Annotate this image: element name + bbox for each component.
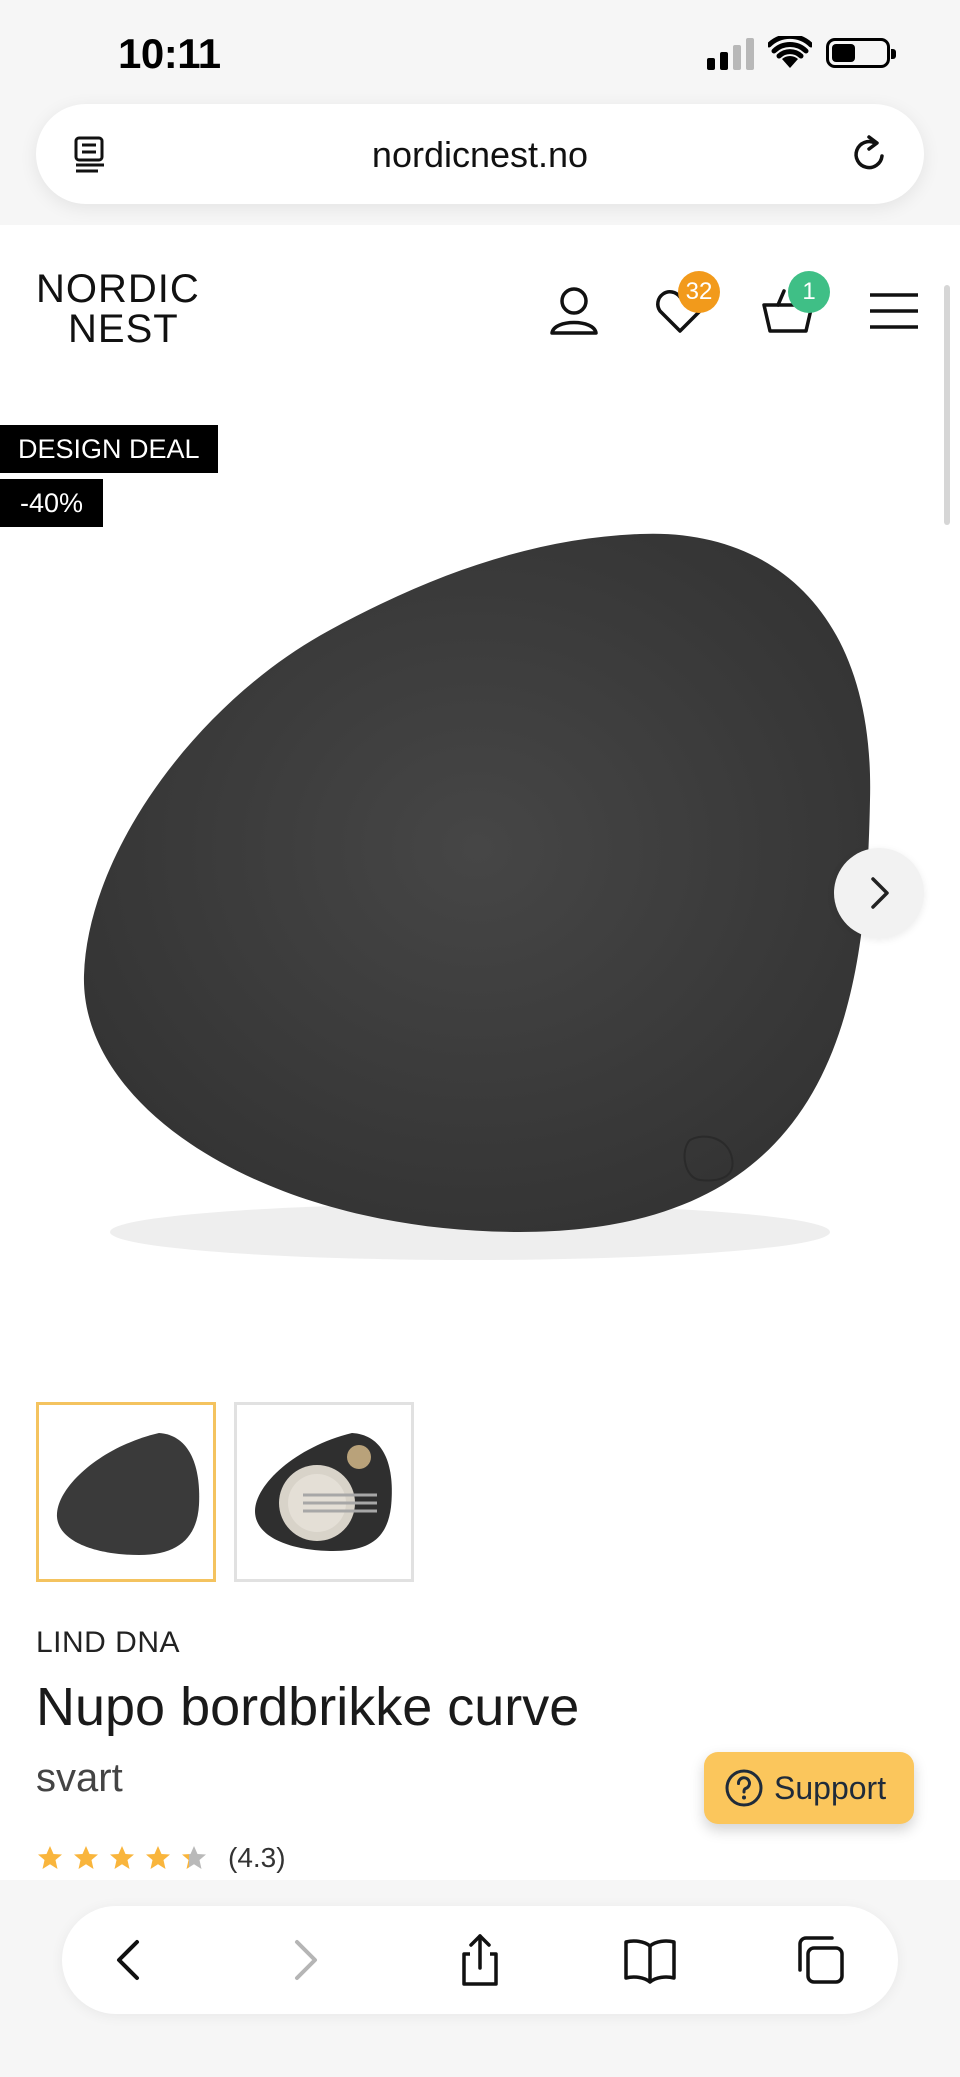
wishlist-count-badge: 32	[678, 271, 720, 313]
account-icon[interactable]	[546, 283, 602, 339]
site-header: NORDIC NEST 32 1	[0, 225, 960, 375]
menu-icon[interactable]	[868, 283, 920, 339]
rating-score: (4.3)	[228, 1842, 286, 1873]
tabs-icon[interactable]	[792, 1932, 848, 1988]
back-icon[interactable]	[102, 1932, 158, 1988]
signal-icon	[707, 36, 754, 70]
thumbnail-placemat-plate-image	[255, 1433, 392, 1551]
wifi-icon	[768, 36, 812, 68]
star-icon	[38, 1846, 62, 1869]
product-rating[interactable]: (4.3)	[36, 1842, 286, 1874]
reload-icon[interactable]	[848, 132, 892, 176]
url-bar[interactable]: nordicnest.no	[36, 104, 924, 204]
cart-count-badge: 1	[788, 271, 830, 313]
browser-toolbar	[62, 1906, 898, 2014]
thumbnail-strip	[36, 1402, 414, 1582]
logo-line-1: NORDIC	[36, 267, 200, 311]
thumbnail-placemat[interactable]	[36, 1402, 216, 1582]
bookmarks-icon[interactable]	[622, 1932, 678, 1988]
star-icon	[74, 1846, 98, 1869]
nordic-nest-logo[interactable]: NORDIC NEST	[36, 269, 216, 349]
forward-icon[interactable]	[276, 1932, 332, 1988]
next-image-button[interactable]	[834, 848, 924, 938]
star-partial-icon	[182, 1846, 206, 1869]
product-main-image[interactable]	[0, 400, 960, 1300]
browser-bottom-chrome	[0, 1880, 960, 2077]
status-icons	[707, 36, 896, 70]
product-title: Nupo bordbrikke curve	[36, 1677, 580, 1737]
help-icon	[725, 1769, 763, 1807]
logo-line-2: NEST	[68, 307, 179, 351]
support-label: Support	[774, 1769, 887, 1806]
product-variant: svart	[36, 1756, 123, 1800]
url-domain[interactable]: nordicnest.no	[36, 134, 924, 176]
share-icon[interactable]	[452, 1932, 508, 1988]
support-button[interactable]: Support	[704, 1752, 914, 1824]
product-brand[interactable]: LIND DNA	[36, 1626, 180, 1660]
star-icon	[110, 1846, 134, 1869]
thumbnail-placemat-image	[56, 1433, 200, 1555]
status-time: 10:11	[118, 30, 221, 77]
browser-top-chrome: 10:11 nordicnest.no	[0, 0, 960, 225]
battery-icon	[826, 38, 896, 68]
star-icon	[146, 1846, 170, 1869]
thumbnail-placemat-with-plate[interactable]	[234, 1402, 414, 1582]
chevron-right-icon	[871, 877, 889, 909]
